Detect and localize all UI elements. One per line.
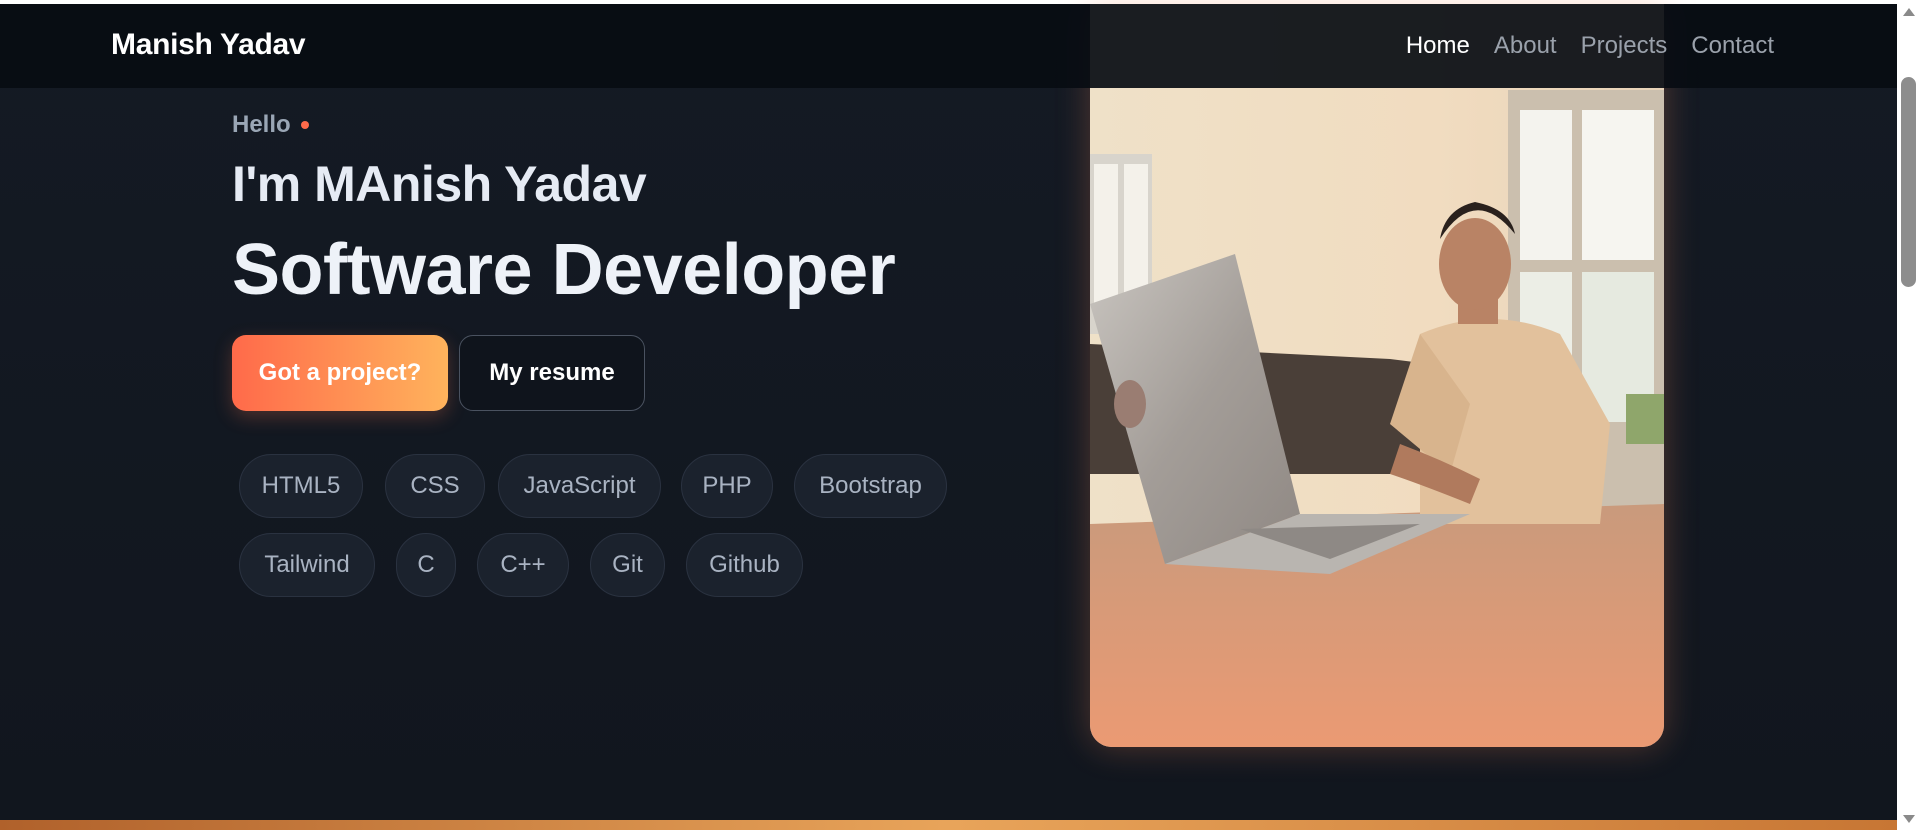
hero-role: Software Developer	[232, 230, 896, 310]
brand-logo[interactable]: Manish Yadav	[111, 28, 306, 62]
scroll-up-arrow-icon[interactable]	[1903, 8, 1915, 16]
scrollbar-thumb[interactable]	[1901, 77, 1916, 287]
nav-link-home[interactable]: Home	[1406, 32, 1470, 60]
next-section-edge	[0, 820, 1897, 830]
skill-tag-html5: HTML5	[239, 454, 363, 518]
navbar: Manish Yadav Home About Projects Contact	[0, 4, 1897, 88]
skill-tag-php: PHP	[681, 454, 773, 518]
skill-tag-javascript: JavaScript	[498, 454, 661, 518]
skill-tag-github: Github	[686, 533, 803, 597]
skill-tag-git: Git	[590, 533, 665, 597]
my-resume-button[interactable]: My resume	[459, 335, 645, 411]
hero-intro: I'm MAnish Yadav	[232, 156, 647, 212]
skill-tag-c: C	[396, 533, 456, 597]
skill-tag-tailwind: Tailwind	[239, 533, 375, 597]
scroll-down-arrow-icon[interactable]	[1903, 815, 1915, 823]
hero-greeting: Hello	[232, 111, 309, 139]
skill-tag-cpp: C++	[477, 533, 569, 597]
nav-link-projects[interactable]: Projects	[1581, 32, 1668, 60]
nav-links: Home About Projects Contact	[1406, 32, 1774, 60]
hero-photo-illustration	[1090, 4, 1664, 747]
greeting-dot-icon	[300, 121, 309, 129]
nav-link-contact[interactable]: Contact	[1691, 32, 1774, 60]
portfolio-page: Manish Yadav Home About Projects Contact…	[0, 0, 1920, 830]
page-scrollbar[interactable]	[1897, 0, 1920, 830]
got-a-project-button[interactable]: Got a project?	[232, 335, 448, 411]
hero-greeting-text: Hello	[232, 111, 291, 138]
skill-tag-css: CSS	[385, 454, 485, 518]
skill-tag-bootstrap: Bootstrap	[794, 454, 947, 518]
nav-link-about[interactable]: About	[1494, 32, 1557, 60]
hero-photo	[1090, 4, 1664, 747]
